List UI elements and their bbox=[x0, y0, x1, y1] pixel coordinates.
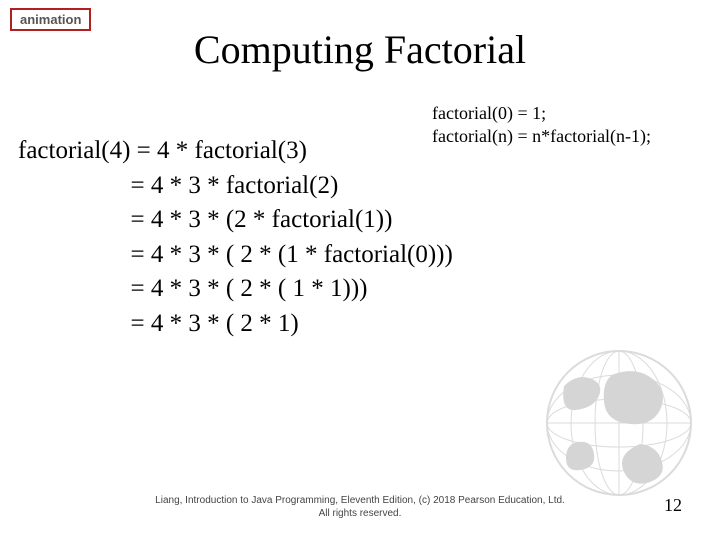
footer-line-2: All rights reserved. bbox=[0, 508, 720, 521]
step-6: = 4 * 3 * ( 2 * 1) bbox=[18, 310, 299, 337]
step-2: = 4 * 3 * factorial(2) bbox=[18, 172, 338, 199]
rule-base-case: factorial(0) = 1; bbox=[432, 102, 651, 125]
step-4: = 4 * 3 * ( 2 * (1 * factorial(0))) bbox=[18, 241, 453, 268]
animation-badge-label: animation bbox=[20, 12, 81, 27]
page-number: 12 bbox=[664, 495, 682, 516]
step-3: = 4 * 3 * (2 * factorial(1)) bbox=[18, 206, 392, 233]
footer-citation: Liang, Introduction to Java Programming,… bbox=[0, 495, 720, 520]
slide-title: Computing Factorial bbox=[0, 26, 720, 73]
rule-recursive-case: factorial(n) = n*factorial(n-1); bbox=[432, 125, 651, 148]
step-5: = 4 * 3 * ( 2 * ( 1 * 1))) bbox=[18, 275, 367, 302]
recursion-rules: factorial(0) = 1; factorial(n) = n*facto… bbox=[432, 102, 651, 149]
expansion-steps: factorial(4) = 4 * factorial(3) = 4 * 3 … bbox=[18, 134, 453, 341]
globe-icon bbox=[544, 348, 694, 498]
footer-line-1: Liang, Introduction to Java Programming,… bbox=[0, 495, 720, 508]
step-1: factorial(4) = 4 * factorial(3) bbox=[18, 137, 307, 164]
